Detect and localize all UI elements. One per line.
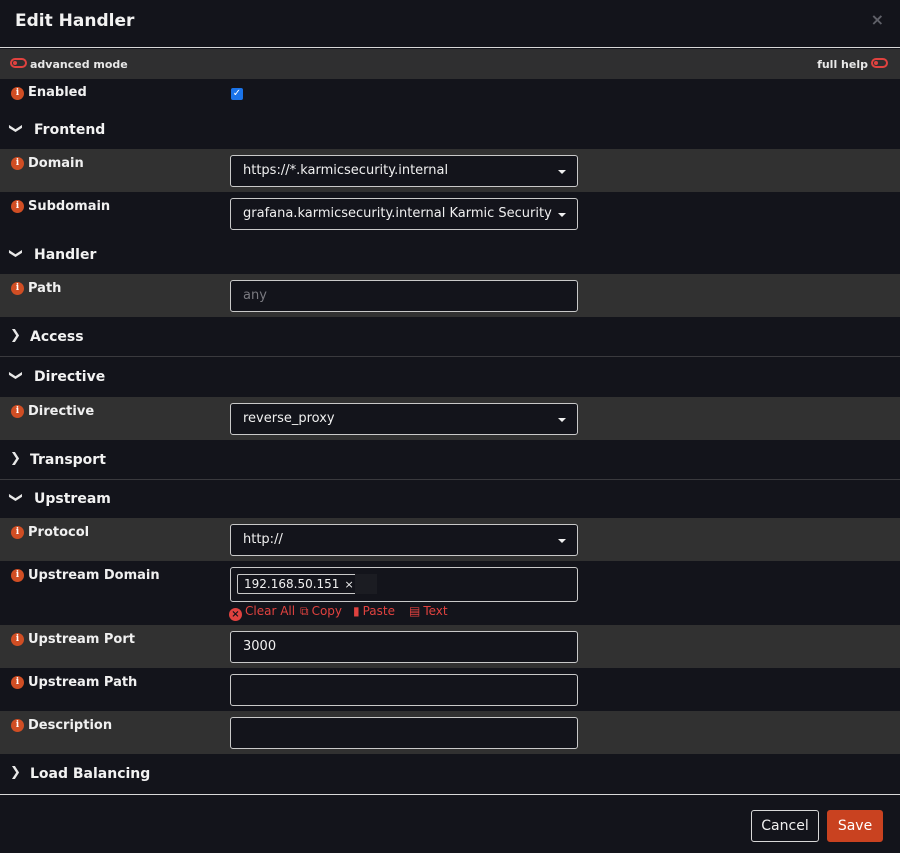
upstream-domain-tag: 192.168.50.151 × [237, 574, 361, 594]
enabled-row: i Enabled [0, 79, 900, 116]
directive-label: Directive [28, 404, 95, 419]
advanced-mode-label[interactable]: advanced mode [30, 58, 128, 71]
enabled-label: Enabled [28, 85, 87, 100]
section-title-load-balancing: Load Balancing [30, 766, 151, 782]
subdomain-select[interactable]: grafana.karmicsecurity.internal Karmic S… [230, 198, 578, 230]
upstream-domain-tags-input[interactable]: 192.168.50.151 × [230, 567, 578, 602]
section-title-frontend: Frontend [34, 122, 106, 138]
dialog-header: Edit Handler × [0, 0, 900, 48]
tag-remove-icon[interactable]: × [344, 578, 353, 591]
info-icon[interactable]: i [11, 200, 24, 213]
clear-all-label: Clear All [245, 604, 296, 618]
full-help-label[interactable]: full help [817, 58, 868, 71]
section-load-balancing[interactable]: ❯ Load Balancing [0, 757, 900, 792]
dialog-title: Edit Handler [15, 11, 135, 31]
copy-icon: ⧉ [300, 604, 309, 618]
section-title-transport: Transport [30, 452, 106, 468]
divider [0, 479, 900, 480]
section-title-handler: Handler [34, 247, 97, 263]
mode-bar: advanced mode full help [0, 49, 900, 79]
subdomain-value: grafana.karmicsecurity.internal Karmic S… [243, 206, 553, 221]
tag-text: 192.168.50.151 [244, 577, 340, 591]
upstream-path-label: Upstream Path [28, 675, 138, 690]
file-text-icon: ▤ [409, 604, 421, 618]
clear-icon: × [229, 608, 242, 621]
chevron-down-icon: ❯ [7, 492, 23, 503]
paste-button[interactable]: ▮ Paste [353, 604, 395, 618]
caret-down-icon [558, 418, 566, 422]
info-icon[interactable]: i [11, 87, 24, 100]
section-upstream[interactable]: ❯ Upstream [0, 485, 900, 518]
info-icon[interactable]: i [11, 633, 24, 646]
copy-label: Copy [311, 604, 343, 618]
path-placeholder: any [243, 288, 267, 303]
section-title-directive: Directive [34, 369, 106, 385]
section-transport[interactable]: ❯ Transport [0, 443, 900, 478]
caret-down-icon [558, 213, 566, 217]
info-icon[interactable]: i [11, 157, 24, 170]
directive-select[interactable]: reverse_proxy [230, 403, 578, 435]
paste-label: Paste [362, 604, 395, 618]
footer-divider [0, 794, 900, 795]
section-title-upstream: Upstream [34, 491, 111, 507]
protocol-value: http:// [243, 532, 283, 547]
description-label: Description [28, 718, 113, 733]
chevron-right-icon: ❯ [10, 765, 21, 780]
section-handler[interactable]: ❯ Handler [0, 241, 900, 274]
upstream-port-value: 3000 [243, 639, 277, 654]
description-input[interactable] [230, 717, 578, 749]
chevron-right-icon: ❯ [10, 328, 21, 343]
section-directive[interactable]: ❯ Directive [0, 363, 900, 396]
close-icon[interactable]: × [871, 10, 884, 29]
section-title-access: Access [30, 329, 84, 345]
chevron-right-icon: ❯ [10, 451, 21, 466]
paste-icon: ▮ [353, 604, 360, 618]
divider [0, 356, 900, 357]
upstream-port-input[interactable]: 3000 [230, 631, 578, 663]
path-input[interactable]: any [230, 280, 578, 312]
chevron-down-icon: ❯ [7, 370, 23, 381]
directive-value: reverse_proxy [243, 411, 335, 426]
upstream-port-label: Upstream Port [28, 632, 135, 647]
caret-down-icon [558, 170, 566, 174]
domain-label: Domain [28, 156, 84, 171]
chevron-down-icon: ❯ [7, 248, 23, 259]
text-button[interactable]: ▤ Text [409, 604, 448, 618]
info-icon[interactable]: i [11, 526, 24, 539]
path-label: Path [28, 281, 62, 296]
info-icon[interactable]: i [11, 405, 24, 418]
tag-entry-input[interactable] [355, 574, 377, 594]
caret-down-icon [558, 539, 566, 543]
cancel-button[interactable]: Cancel [751, 810, 819, 842]
clear-all-button[interactable]: × Clear All [229, 604, 295, 621]
text-label: Text [423, 604, 448, 618]
enabled-checkbox[interactable]: ✓ [231, 88, 243, 100]
upstream-path-input[interactable] [230, 674, 578, 706]
subdomain-label: Subdomain [28, 199, 111, 214]
protocol-label: Protocol [28, 525, 90, 540]
section-access[interactable]: ❯ Access [0, 320, 900, 355]
domain-value: https://*.karmicsecurity.internal [243, 163, 449, 178]
upstream-domain-label: Upstream Domain [28, 568, 160, 583]
copy-button[interactable]: ⧉ Copy [300, 604, 342, 619]
advanced-mode-toggle-icon[interactable] [10, 58, 27, 68]
info-icon[interactable]: i [11, 282, 24, 295]
full-help-toggle-icon[interactable] [871, 58, 888, 68]
protocol-select[interactable]: http:// [230, 524, 578, 556]
info-icon[interactable]: i [11, 719, 24, 732]
section-frontend[interactable]: ❯ Frontend [0, 116, 900, 149]
info-icon[interactable]: i [11, 676, 24, 689]
save-button[interactable]: Save [827, 810, 883, 842]
info-icon[interactable]: i [11, 569, 24, 582]
chevron-down-icon: ❯ [7, 123, 23, 134]
domain-select[interactable]: https://*.karmicsecurity.internal [230, 155, 578, 187]
